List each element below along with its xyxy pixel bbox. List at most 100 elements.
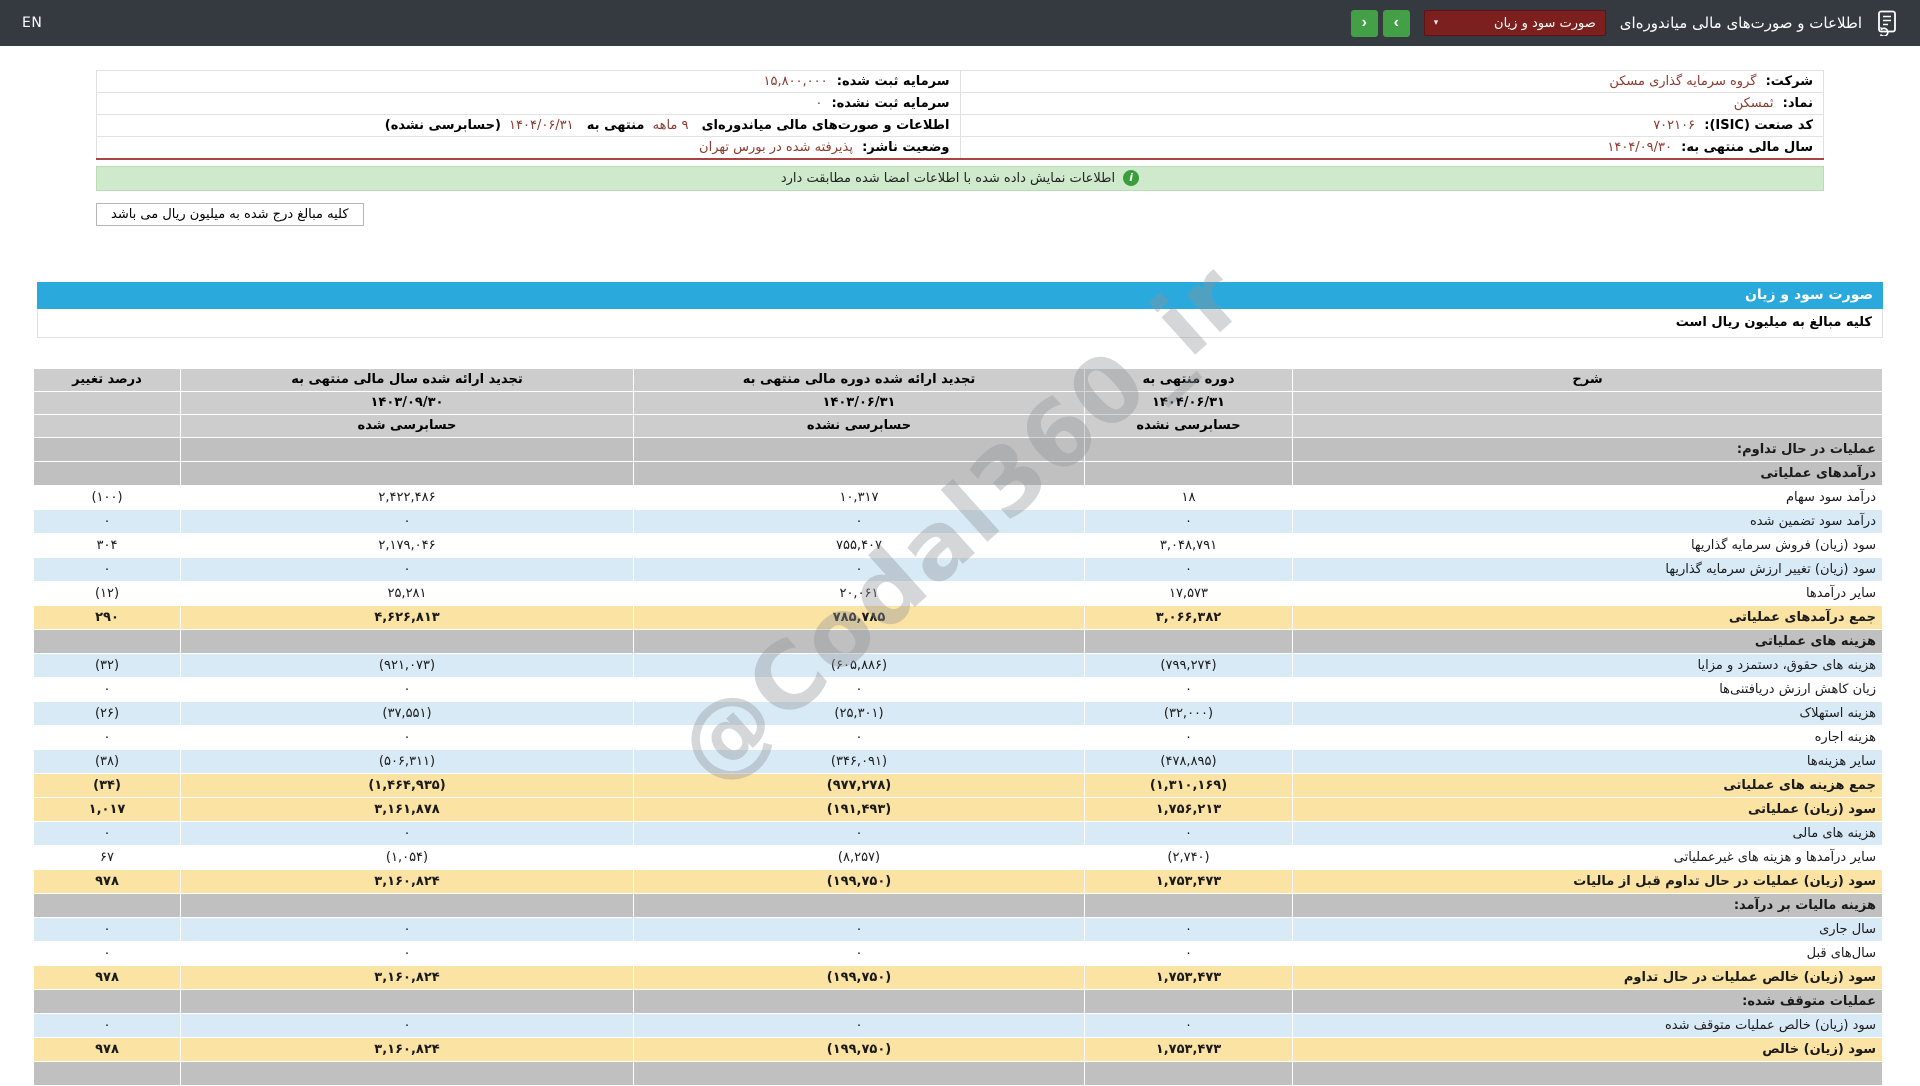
row-amount: ۰ xyxy=(1084,916,1293,942)
row-amount xyxy=(180,460,634,486)
section-row: هزینه مالیات بر درآمد: xyxy=(33,892,1883,918)
statement-table-body: عملیات در حال تداوم: درآمدهای عملیاتی درآم… xyxy=(33,436,1883,1086)
row-amount: ۱,۷۵۳,۴۷۳ xyxy=(1084,964,1293,990)
row-amount xyxy=(180,1060,634,1086)
table-row: زیان کاهش ارزش دریافتنی‌ها ۰ ۰ ۰ ۰ xyxy=(33,676,1883,702)
issuer-status-label: وضعیت ناشر: xyxy=(862,139,950,155)
row-amount: (۱۹۱,۴۹۳) xyxy=(633,796,1085,822)
row-amount: (۱۹۹,۷۵۰) xyxy=(633,868,1085,894)
row-amount: ۱,۷۵۳,۴۷۳ xyxy=(1084,1036,1293,1062)
row-change-value xyxy=(33,628,181,654)
report-type-select[interactable]: صورت سود و زیان ▾ xyxy=(1423,10,1606,36)
section-row: درآمدهای عملیاتی xyxy=(33,460,1883,486)
row-amount xyxy=(180,628,634,654)
issuer-status-value: پذیرفته شده در بورس تهران xyxy=(699,139,853,155)
row-amount: ۱۰,۳۱۷ xyxy=(633,484,1085,510)
row-amount: ۰ xyxy=(180,940,634,966)
row-label: سال جاری xyxy=(1292,916,1883,942)
table-row: هزینه های مالی ۰ ۰ ۰ ۰ xyxy=(33,820,1883,846)
row-amount: ۰ xyxy=(633,940,1085,966)
row-change-value: (۲۶) xyxy=(33,700,181,726)
row-amount xyxy=(633,988,1085,1014)
row-amount: ۳,۱۶۰,۸۲۴ xyxy=(180,1036,634,1062)
row-amount: (۴۷۸,۸۹۵) xyxy=(1084,748,1293,774)
row-amount: ۰ xyxy=(1084,724,1293,750)
row-change-value: (۱۰۰) xyxy=(33,484,181,510)
row-label: هزینه های عملیاتی xyxy=(1292,628,1883,654)
row-amount: ۳,۰۴۸,۷۹۱ xyxy=(1084,532,1293,558)
row-amount: (۲۵,۳۰۱) xyxy=(633,700,1085,726)
header-percent-change: درصد تغییر xyxy=(33,367,181,392)
table-row: سود (زیان) فروش سرمایه گذاریها ۳,۰۴۸,۷۹۱ ۷… xyxy=(33,532,1883,558)
header-restated-period-date: ۱۴۰۳/۰۶/۳۱ xyxy=(633,390,1085,415)
row-change-value: (۳۸) xyxy=(33,748,181,774)
row-label xyxy=(1292,1060,1883,1086)
row-amount: ۰ xyxy=(633,556,1085,582)
report-info-date: ۱۴۰۴/۰۶/۳۱ xyxy=(509,118,574,133)
language-en-link[interactable]: EN xyxy=(22,15,42,31)
row-label: سود (زیان) خالص عملیات متوقف شده xyxy=(1292,1012,1883,1038)
row-amount xyxy=(1084,1060,1293,1086)
row-label: جمع درآمدهای عملیاتی xyxy=(1292,604,1883,630)
row-label: سود (زیان) فروش سرمایه گذاریها xyxy=(1292,532,1883,558)
row-label: زیان کاهش ارزش دریافتنی‌ها xyxy=(1292,676,1883,702)
nav-next-button[interactable]: › xyxy=(1382,9,1410,37)
row-amount: (۲,۷۴۰) xyxy=(1084,844,1293,870)
nav-prev-button[interactable]: ‹ xyxy=(1350,9,1378,37)
row-amount: ۰ xyxy=(1084,1012,1293,1038)
row-amount: (۱,۴۶۴,۹۳۵) xyxy=(180,772,634,798)
row-amount: ۰ xyxy=(1084,820,1293,846)
row-amount: ۲۰,۰۶۱ xyxy=(633,580,1085,606)
header-restated-period-title: تجدید ارائه شده دوره مالی منتهی به xyxy=(633,367,1085,392)
row-change-value: ۹۷۸ xyxy=(33,1036,181,1062)
row-change-value: ۰ xyxy=(33,820,181,846)
header-restated-period-audit: حسابرسی نشده xyxy=(633,413,1085,438)
table-row: سایر هزینه‌ها (۴۷۸,۸۹۵) (۳۴۶,۰۹۱) (۵۰۶,۳۱۱)… xyxy=(33,748,1883,774)
isic-value: ۷۰۲۱۰۶ xyxy=(1653,118,1696,133)
row-label: درآمد سود سهام xyxy=(1292,484,1883,510)
fiscal-year-value: ۱۴۰۴/۰۹/۳۰ xyxy=(1607,139,1672,155)
row-change-value: (۳۴) xyxy=(33,772,181,798)
symbol-value: ثمسکن xyxy=(1733,96,1774,111)
header-percent-spacer xyxy=(33,413,181,438)
statement-title-bar: صورت سود و زیان xyxy=(37,281,1883,309)
row-change-value xyxy=(33,460,181,486)
row-label: سود (زیان) خالص xyxy=(1292,1036,1883,1062)
row-change-value xyxy=(33,436,181,462)
table-row: جمع درآمدهای عملیاتی ۳,۰۶۶,۳۸۲ ۷۸۵,۷۸۵ ۴,۶۲… xyxy=(33,604,1883,630)
info-row-symbol: نماد: ثمسکن سرمایه ثبت نشده: ۰ xyxy=(96,92,1824,115)
header-restated-year-title: تجدید ارائه شده سال مالی منتهی به xyxy=(180,367,634,392)
report-info-audit: (حسابرسی نشده) xyxy=(384,118,501,133)
row-amount: ۱۷,۵۷۳ xyxy=(1084,580,1293,606)
row-label: عملیات در حال تداوم: xyxy=(1292,436,1883,462)
row-amount: ۱۸ xyxy=(1084,484,1293,510)
table-row: سود (زیان) خالص عملیات در حال تداوم ۱,۷۵۳… xyxy=(33,964,1883,990)
row-amount xyxy=(180,436,634,462)
row-label: هزینه اجاره xyxy=(1292,724,1883,750)
row-label: سود (زیان) عملیاتی xyxy=(1292,796,1883,822)
row-amount xyxy=(1084,436,1293,462)
table-row: هزینه های حقوق، دستمزد و مزایا (۷۹۹,۲۷۴)(… xyxy=(33,652,1883,678)
row-amount: ۱,۷۵۳,۴۷۳ xyxy=(1084,868,1293,894)
row-amount: ۲,۴۲۲,۴۸۶ xyxy=(180,484,634,510)
row-amount: ۴,۶۲۶,۸۱۳ xyxy=(180,604,634,630)
row-change-value: ۰ xyxy=(33,724,181,750)
row-change-value: ۰ xyxy=(33,1012,181,1038)
row-change-value: ۰ xyxy=(33,508,181,534)
row-change-value xyxy=(33,988,181,1014)
row-amount: ۲۵,۲۸۱ xyxy=(180,580,634,606)
row-change-value: ۲۹۰ xyxy=(33,604,181,630)
header-current-period-audit: حسابرسی نشده xyxy=(1084,413,1293,438)
row-amount: ۰ xyxy=(633,820,1085,846)
table-row: سود (زیان) عملیاتی ۱,۷۵۶,۲۱۳ (۱۹۱,۴۹۳) ۳,۱۶… xyxy=(33,796,1883,822)
row-amount: (۸,۲۵۷) xyxy=(633,844,1085,870)
table-row: سود (زیان) خالص عملیات متوقف شده ۰ ۰ ۰ ۰ xyxy=(33,1012,1883,1038)
income-statement-section: صورت سود و زیان کلیه مبالغ به میلیون ریا… xyxy=(33,281,1883,1086)
header-current-period-date: ۱۴۰۴/۰۶/۳۱ xyxy=(1084,390,1293,415)
row-amount: (۱,۰۵۴) xyxy=(180,844,634,870)
registered-capital-label: سرمایه ثبت شده: xyxy=(836,74,950,89)
row-amount: ۰ xyxy=(633,916,1085,942)
row-amount: ۰ xyxy=(633,1012,1085,1038)
row-amount: (۱۹۹,۷۵۰) xyxy=(633,964,1085,990)
table-row: درآمد سود سهام ۱۸ ۱۰,۳۱۷ ۲,۴۲۲,۴۸۶ (۱۰۰) xyxy=(33,484,1883,510)
